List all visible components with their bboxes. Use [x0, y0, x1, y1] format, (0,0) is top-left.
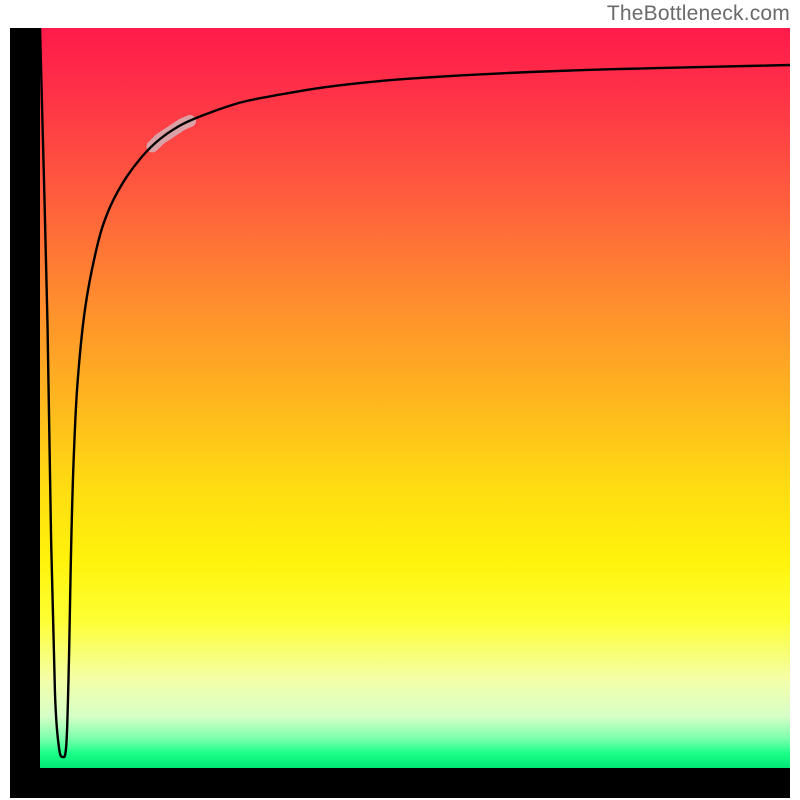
curve-svg [40, 28, 790, 768]
attribution-label: TheBottleneck.com [607, 2, 790, 26]
page-root: TheBottleneck.com [0, 0, 800, 800]
curve-highlight-segment [153, 121, 191, 146]
plot-area [40, 28, 790, 768]
bottleneck-curve [40, 28, 790, 757]
plot-frame [10, 28, 790, 798]
